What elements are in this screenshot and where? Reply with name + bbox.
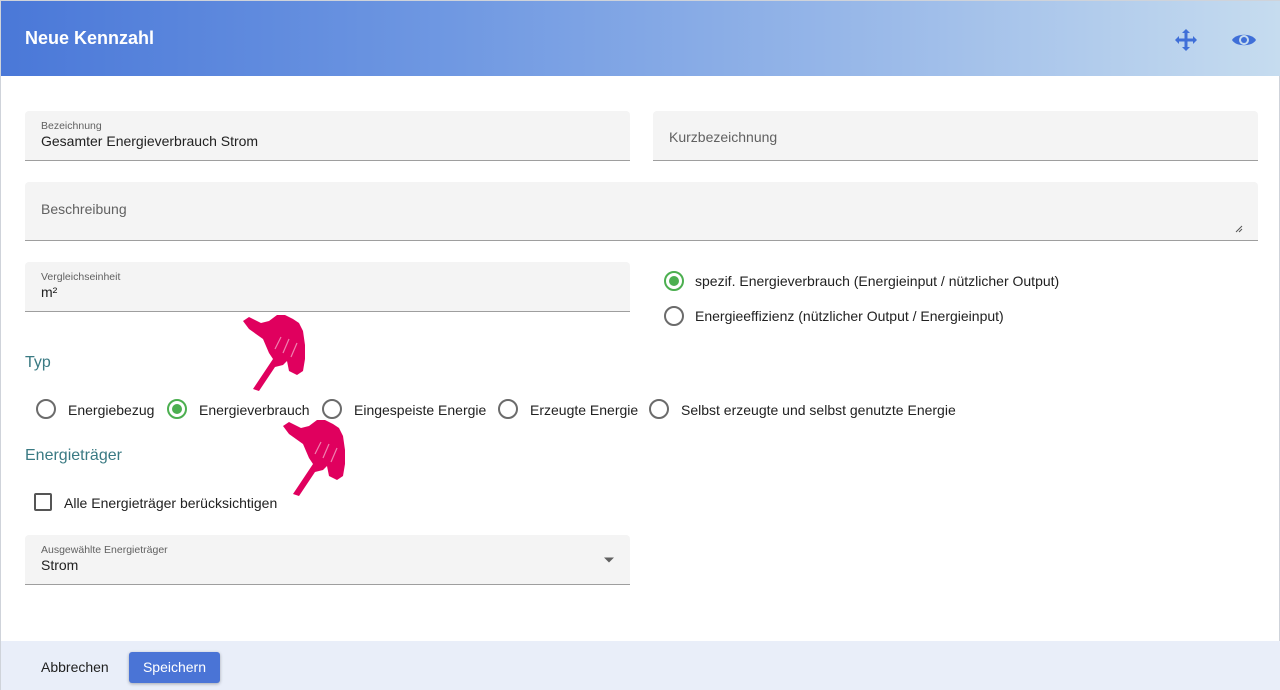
vergleichseinheit-value: m² (41, 284, 58, 300)
energietraeger-heading: Energieträger (25, 447, 122, 464)
typ-heading: Typ (25, 354, 51, 371)
bezeichnung-value: Gesamter Energieverbrauch Strom (41, 133, 259, 149)
radio-energieeffizienz-label: Energieeffizienz (nützlicher Output / En… (695, 308, 1004, 324)
radio-spezif-energieverbrauch-label: spezif. Energieverbrauch (Energieinput /… (695, 273, 1060, 289)
radio-erzeugte-energie-label: Erzeugte Energie (530, 402, 639, 418)
alle-energietraeger-label: Alle Energieträger berücksichtigen (64, 495, 278, 511)
radio-selbst-erzeugt-label: Selbst erzeugte und selbst genutzte Ener… (681, 402, 956, 418)
kurzbezeichnung-field[interactable]: Kurzbezeichnung (653, 111, 1258, 161)
beschreibung-textarea[interactable]: Beschreibung (25, 182, 1258, 241)
pointing-hand-icon (243, 315, 305, 391)
alle-energietraeger-checkbox[interactable] (34, 493, 52, 511)
energietraeger-select-label: Ausgewählte Energieträger (41, 544, 168, 556)
eye-icon[interactable] (1231, 27, 1257, 53)
dropdown-arrow-icon[interactable] (603, 556, 615, 564)
vergleichseinheit-field[interactable]: Vergleichseinheit m² (25, 262, 630, 312)
cancel-button[interactable]: Abbrechen (41, 659, 109, 675)
radio-energiebezug[interactable] (36, 399, 56, 419)
radio-eingespeiste-energie-label: Eingespeiste Energie (354, 402, 487, 418)
radio-energieeffizienz[interactable] (664, 306, 684, 326)
bezeichnung-label: Bezeichnung (41, 120, 102, 132)
bezeichnung-field[interactable]: Bezeichnung Gesamter Energieverbrauch St… (25, 111, 630, 161)
kurzbezeichnung-placeholder: Kurzbezeichnung (669, 129, 778, 145)
radio-erzeugte-energie[interactable] (498, 399, 518, 419)
resize-handle-icon[interactable] (1234, 224, 1243, 233)
vergleichseinheit-label: Vergleichseinheit (41, 271, 121, 283)
move-icon[interactable] (1173, 27, 1199, 53)
dialog: Neue Kennzahl Bezeichnung Gesamter Energ… (0, 0, 1280, 690)
pointing-hand-icon (283, 420, 345, 496)
radio-spezif-energieverbrauch[interactable] (664, 271, 684, 291)
beschreibung-placeholder: Beschreibung (41, 201, 127, 217)
radio-energiebezug-label: Energiebezug (68, 402, 155, 418)
radio-energieverbrauch[interactable] (167, 399, 187, 419)
dialog-header: Neue Kennzahl (1, 1, 1280, 76)
save-button[interactable]: Speichern (129, 652, 220, 683)
energietraeger-select[interactable]: Ausgewählte Energieträger Strom (25, 535, 630, 585)
radio-selbst-erzeugt[interactable] (649, 399, 669, 419)
energietraeger-select-value: Strom (41, 557, 79, 573)
dialog-title: Neue Kennzahl (25, 28, 155, 48)
